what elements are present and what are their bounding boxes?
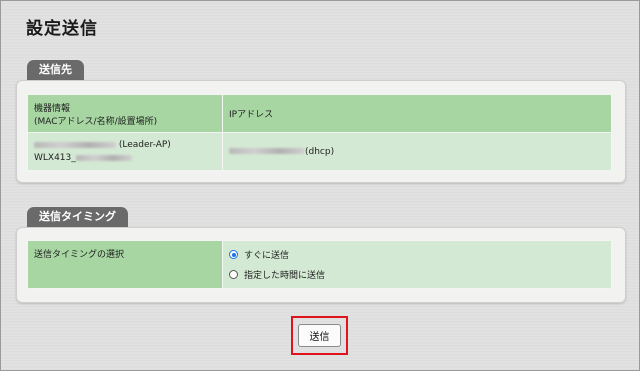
destination-table: 機器情報 (MACアドレス/名称/設置場所) IPアドレス (Leader-AP… bbox=[27, 94, 612, 171]
timing-label-cell: 送信タイミングの選択 bbox=[27, 240, 223, 289]
timing-table: 送信タイミングの選択 すぐに送信 指定した時間に送信 bbox=[27, 240, 612, 289]
radio-scheduled-label[interactable]: 指定した時間に送信 bbox=[244, 268, 325, 281]
radio-option-immediate[interactable]: すぐに送信 bbox=[229, 245, 605, 265]
ip-address-cell: (dhcp) bbox=[222, 132, 612, 171]
table-row: 送信タイミングの選択 すぐに送信 指定した時間に送信 bbox=[27, 240, 612, 289]
radio-scheduled[interactable] bbox=[229, 270, 238, 279]
table-header-row: 機器情報 (MACアドレス/名称/設置場所) IPアドレス bbox=[27, 94, 612, 133]
section-tab-timing: 送信タイミング bbox=[27, 207, 128, 227]
device-role: (Leader-AP) bbox=[118, 140, 171, 150]
radio-immediate[interactable] bbox=[229, 250, 238, 259]
ip-mode: (dhcp) bbox=[305, 146, 335, 157]
redacted-serial bbox=[75, 154, 132, 161]
device-info-header-line1: 機器情報 bbox=[34, 103, 71, 114]
device-info-header: 機器情報 (MACアドレス/名称/設置場所) bbox=[27, 94, 223, 133]
redacted-mac-name bbox=[34, 141, 116, 148]
device-model: WLX413_ bbox=[34, 153, 76, 163]
device-info-cell: (Leader-AP) WLX413_ bbox=[27, 132, 223, 171]
send-button[interactable]: 送信 bbox=[298, 324, 341, 347]
timing-options-cell: すぐに送信 指定した時間に送信 bbox=[222, 240, 612, 289]
ip-address-header: IPアドレス bbox=[222, 94, 612, 133]
page-title: 設定送信 bbox=[26, 19, 98, 39]
device-info-header-line2: (MACアドレス/名称/設置場所) bbox=[34, 116, 158, 127]
radio-option-scheduled[interactable]: 指定した時間に送信 bbox=[229, 265, 605, 285]
section-tab-destination: 送信先 bbox=[27, 60, 84, 80]
redacted-ip bbox=[229, 148, 305, 154]
table-row: (Leader-AP) WLX413_ (dhcp) bbox=[27, 132, 612, 171]
radio-immediate-label[interactable]: すぐに送信 bbox=[244, 248, 289, 261]
